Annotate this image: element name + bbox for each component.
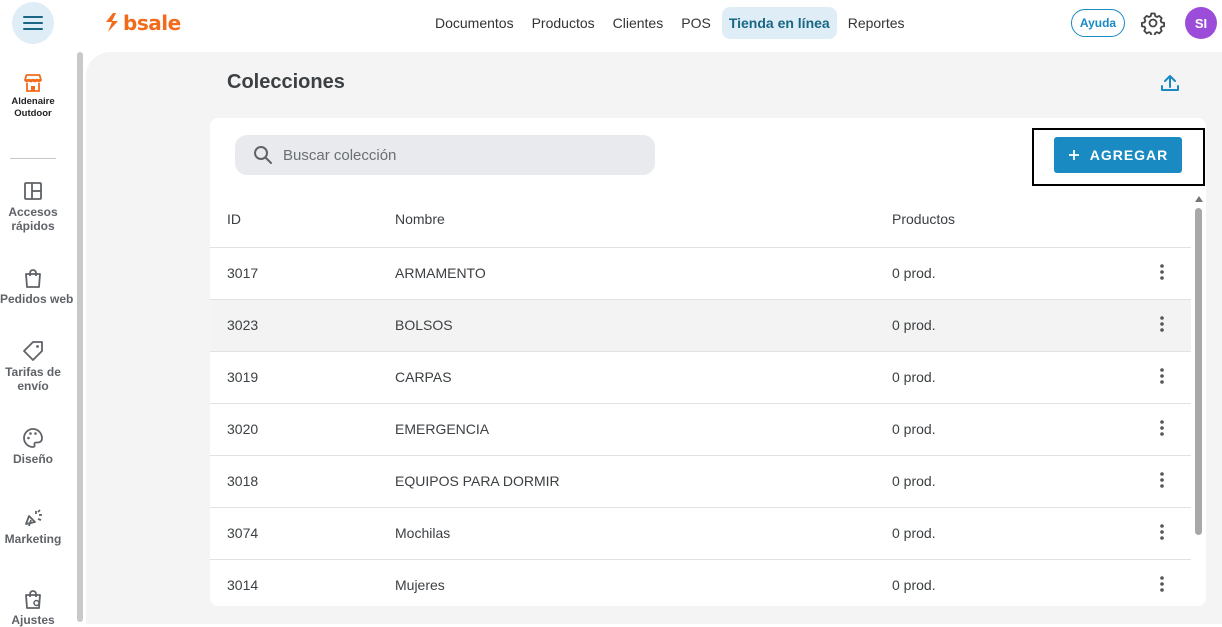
cell-id: 3017: [227, 265, 259, 281]
sidebar-item-accesos-rapidos[interactable]: Accesos rápidos: [0, 180, 66, 233]
add-collection-button[interactable]: AGREGAR: [1054, 137, 1182, 173]
cell-id: 3074: [227, 525, 259, 541]
table-row[interactable]: 3023 BOLSOS 0 prod.: [210, 299, 1191, 351]
store-icon: [24, 74, 42, 92]
cell-name: CARPAS: [395, 369, 452, 385]
page-title: Colecciones: [227, 71, 345, 93]
sidebar-item-tarifas-de-envio[interactable]: Tarifas de envío: [0, 340, 66, 393]
cell-id: 3014: [227, 577, 259, 593]
shopping-bag-icon: [25, 269, 41, 288]
palette-icon: [23, 428, 43, 448]
avatar[interactable]: SI: [1185, 7, 1217, 39]
gear-icon[interactable]: [1141, 11, 1165, 35]
cell-id: 3023: [227, 317, 259, 333]
bsale-logo-icon: [106, 13, 118, 32]
scroll-up-arrow[interactable]: [1195, 196, 1203, 202]
more-options-icon[interactable]: [1156, 262, 1168, 282]
settings-bag-icon: [25, 590, 41, 609]
table-row[interactable]: 3019 CARPAS 0 prod.: [210, 351, 1191, 403]
menu-button[interactable]: [12, 2, 54, 44]
cell-name: BOLSOS: [395, 317, 453, 333]
sidebar-item-label: Pedidos web: [0, 292, 74, 306]
cell-products: 0 prod.: [892, 577, 936, 593]
column-header-id[interactable]: ID: [227, 211, 241, 227]
nav-productos[interactable]: Productos: [525, 7, 602, 39]
megaphone-icon: [25, 509, 42, 527]
nav-clientes[interactable]: Clientes: [606, 7, 671, 39]
column-header-nombre[interactable]: Nombre: [395, 211, 445, 227]
column-header-productos[interactable]: Productos: [892, 211, 955, 227]
more-options-icon[interactable]: [1156, 470, 1168, 490]
nav-tienda-en-linea[interactable]: Tienda en línea: [721, 7, 837, 39]
cell-id: 3019: [227, 369, 259, 385]
main-nav: Documentos Productos Clientes POS Tienda…: [428, 7, 912, 39]
help-button[interactable]: Ayuda: [1071, 9, 1125, 37]
cell-products: 0 prod.: [892, 369, 936, 385]
more-options-icon[interactable]: [1156, 522, 1168, 542]
nav-pos[interactable]: POS: [674, 7, 718, 39]
sidebar-item-label: Tarifas de envío: [5, 365, 61, 393]
nav-reportes[interactable]: Reportes: [841, 7, 912, 39]
sidebar-divider: [10, 158, 56, 159]
more-options-icon[interactable]: [1156, 314, 1168, 334]
sidebar-item-label: Ajustes: [11, 613, 55, 627]
more-options-icon[interactable]: [1156, 366, 1168, 386]
sidebar-item-label: Marketing: [4, 532, 62, 546]
table-scrollbar[interactable]: [1195, 208, 1202, 535]
sidebar-item-label: Accesos rápidos: [8, 205, 58, 233]
upload-icon[interactable]: [1158, 71, 1182, 95]
sidebar-item-ajustes[interactable]: Ajustes: [0, 588, 66, 627]
store-name: Aldenaire Outdoor: [11, 96, 55, 119]
cell-products: 0 prod.: [892, 421, 936, 437]
cell-name: ARMAMENTO: [395, 265, 486, 281]
table-row[interactable]: 3020 EMERGENCIA 0 prod.: [210, 403, 1191, 455]
more-options-icon[interactable]: [1156, 574, 1168, 594]
search-icon: [254, 146, 272, 164]
table-row[interactable]: 3018 EQUIPOS PARA DORMIR 0 prod.: [210, 455, 1191, 507]
table-row[interactable]: 3074 Mochilas 0 prod.: [210, 507, 1191, 559]
search-box[interactable]: [235, 135, 655, 175]
cell-products: 0 prod.: [892, 473, 936, 489]
sidebar-item-label: Diseño: [12, 452, 53, 466]
layout-icon: [24, 182, 42, 200]
bsale-logo[interactable]: bsale: [104, 11, 181, 35]
sidebar-item-pedidos-web[interactable]: Pedidos web: [0, 267, 74, 306]
cell-products: 0 prod.: [892, 317, 936, 333]
sidebar-scrollbar[interactable]: [77, 52, 83, 622]
logo-text: bsale: [123, 11, 181, 35]
hamburger-icon: [23, 16, 43, 30]
table-row[interactable]: 3014 Mujeres 0 prod.: [210, 559, 1191, 606]
more-options-icon[interactable]: [1156, 418, 1168, 438]
table-row[interactable]: 3017 ARMAMENTO 0 prod.: [210, 247, 1191, 299]
add-button-label: AGREGAR: [1089, 147, 1169, 163]
cell-products: 0 prod.: [892, 265, 936, 281]
sidebar-item-marketing[interactable]: Marketing: [0, 507, 66, 546]
tag-icon: [23, 341, 43, 361]
cell-id: 3020: [227, 421, 259, 437]
cell-name: Mujeres: [395, 577, 445, 593]
search-input[interactable]: [283, 146, 623, 164]
cell-name: EMERGENCIA: [395, 421, 490, 437]
cell-name: EQUIPOS PARA DORMIR: [395, 473, 560, 489]
cell-name: Mochilas: [395, 525, 451, 541]
store-selector[interactable]: Aldenaire Outdoor: [0, 72, 66, 120]
cell-products: 0 prod.: [892, 525, 936, 541]
top-bar: bsale Documentos Productos Clientes POS …: [0, 0, 1222, 48]
nav-documentos[interactable]: Documentos: [428, 7, 521, 39]
cell-id: 3018: [227, 473, 259, 489]
plus-icon: [1068, 150, 1079, 160]
sidebar: Aldenaire Outdoor Accesos rápidos Pedido…: [0, 48, 78, 627]
sidebar-item-diseno[interactable]: Diseño: [0, 427, 66, 466]
